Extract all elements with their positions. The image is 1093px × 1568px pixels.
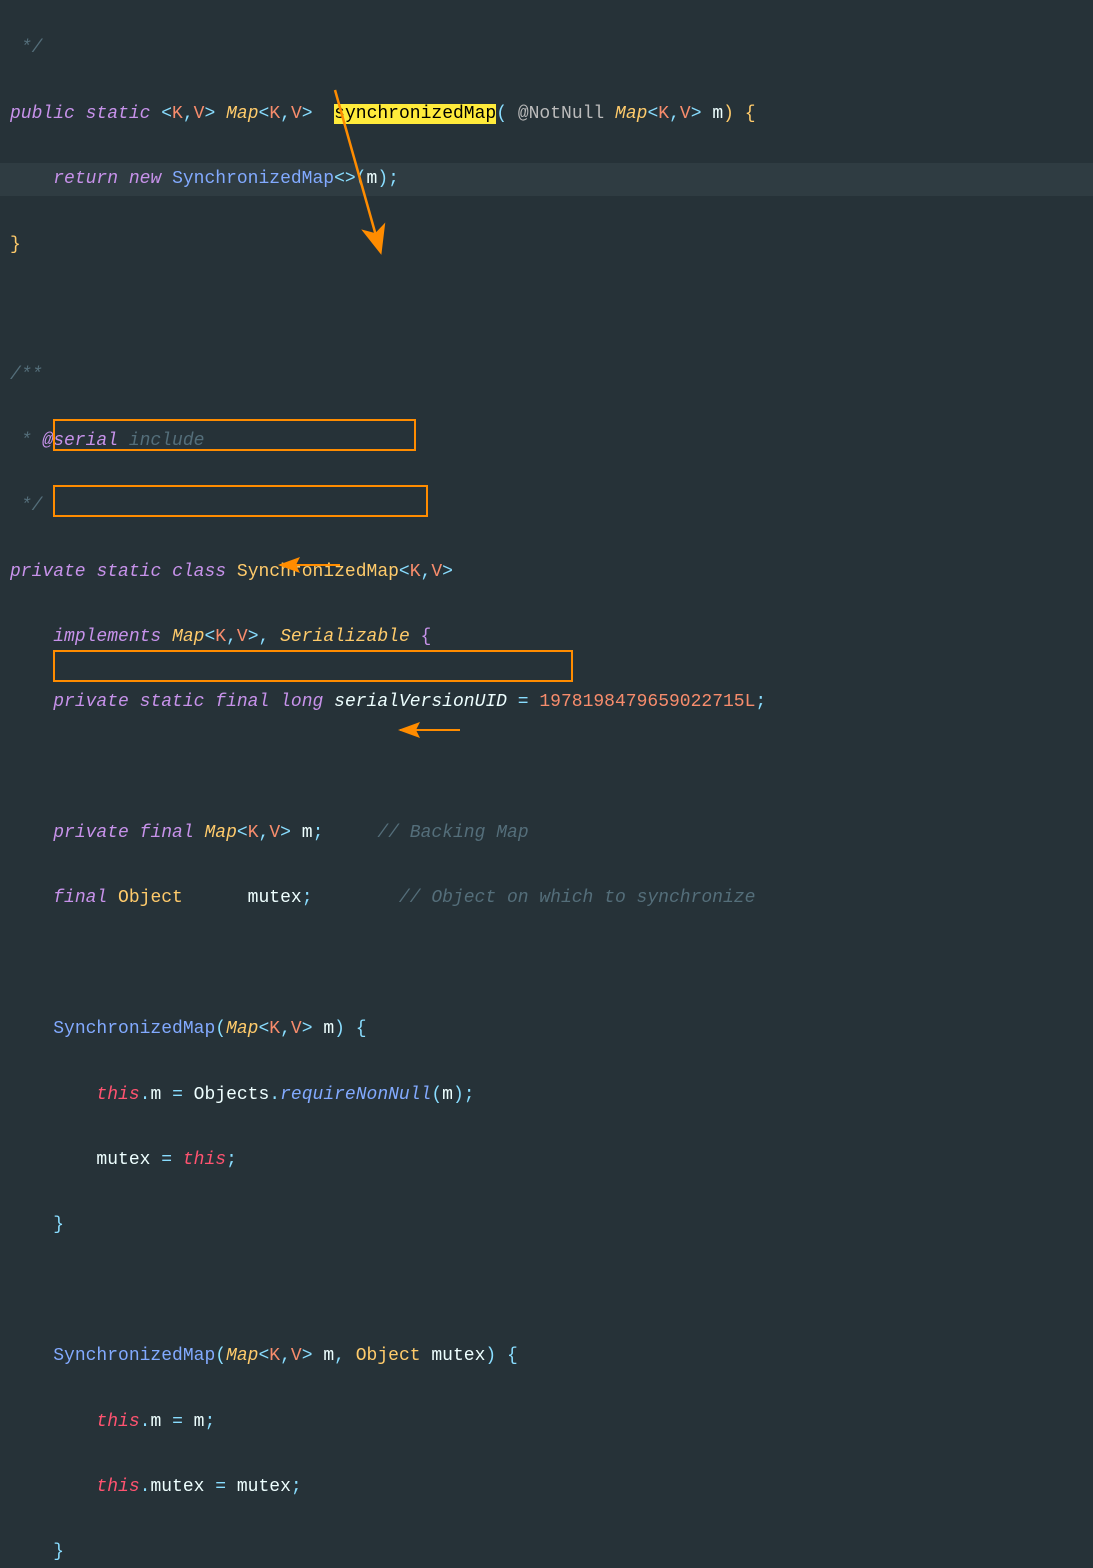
code-line: implements Map<K,V>, Serializable { — [0, 621, 1093, 654]
code-line-highlighted: return new SynchronizedMap<>(m); — [0, 163, 1093, 196]
code-line: SynchronizedMap(Map<K,V> m, Object mutex… — [0, 1340, 1093, 1373]
code-line: mutex = this; — [0, 1144, 1093, 1177]
highlighted-method-name: synchronizedMap — [334, 104, 496, 124]
code-line: this.m = Objects.requireNonNull(m); — [0, 1079, 1093, 1112]
code-editor[interactable]: */ public static <K,V> Map<K,V> synchron… — [0, 0, 1093, 1568]
code-line: */ — [0, 490, 1093, 523]
code-line: } — [0, 229, 1093, 262]
code-line: private static class SynchronizedMap<K,V… — [0, 556, 1093, 589]
code-line — [0, 1275, 1093, 1308]
code-line: this.m = m; — [0, 1406, 1093, 1439]
code-line: public static <K,V> Map<K,V> synchronize… — [0, 98, 1093, 131]
code-line: SynchronizedMap(Map<K,V> m) { — [0, 1013, 1093, 1046]
code-line: final Object mutex; // Object on which t… — [0, 882, 1093, 915]
code-line: this.mutex = mutex; — [0, 1471, 1093, 1504]
code-line: */ — [0, 32, 1093, 65]
code-line — [0, 948, 1093, 981]
code-line: private static final long serialVersionU… — [0, 686, 1093, 719]
code-line: * @serial include — [0, 425, 1093, 458]
code-line — [0, 752, 1093, 785]
code-line — [0, 294, 1093, 327]
code-line: } — [0, 1209, 1093, 1242]
code-line: /** — [0, 359, 1093, 392]
code-line: } — [0, 1536, 1093, 1568]
code-line: private final Map<K,V> m; // Backing Map — [0, 817, 1093, 850]
